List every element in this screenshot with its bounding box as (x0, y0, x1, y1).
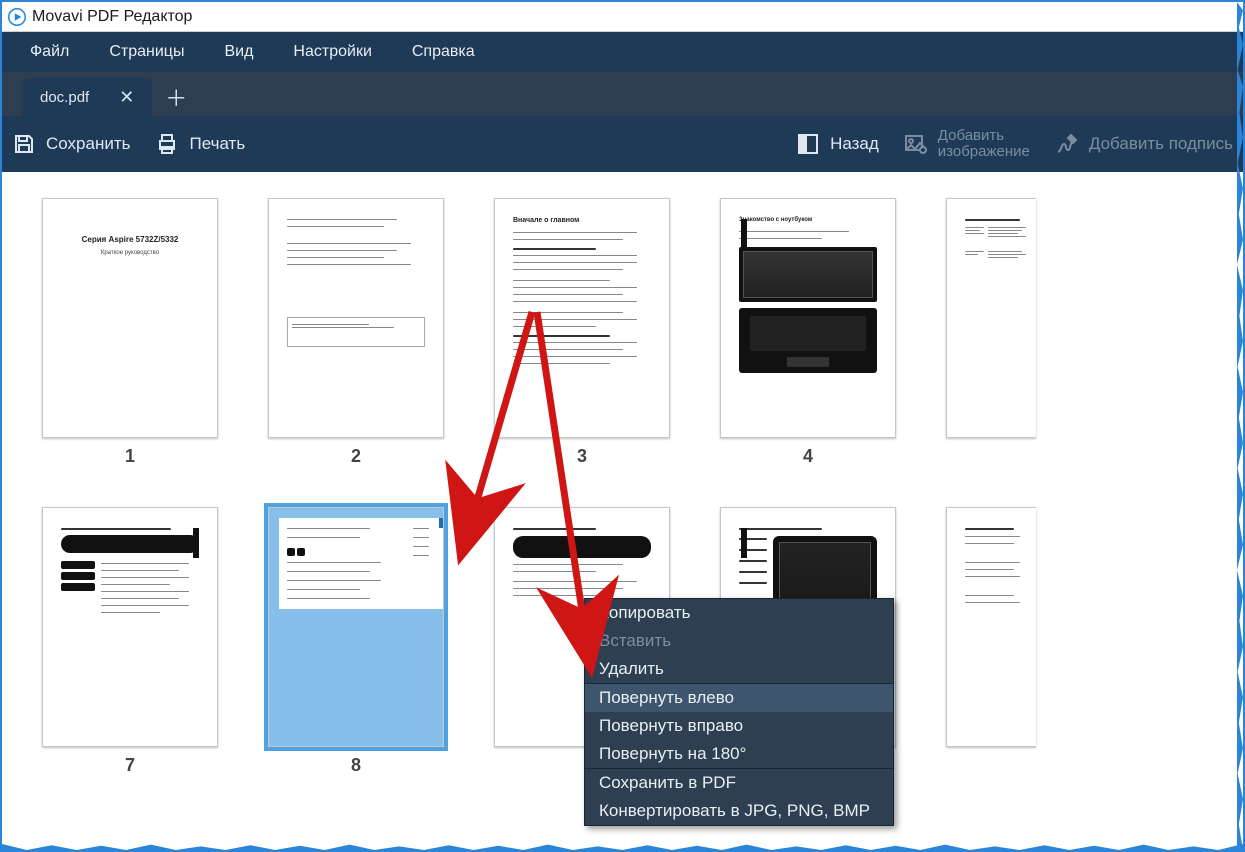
add-image-l2: изображение (938, 144, 1030, 160)
page-number: 1 (125, 446, 135, 467)
add-image-l1: Добавить (938, 128, 1030, 144)
page-thumb-7[interactable]: 7 (42, 507, 218, 776)
app-window: Movavi PDF Редактор Файл Страницы Вид На… (0, 0, 1245, 852)
page-number: 7 (125, 755, 135, 776)
titlebar: Movavi PDF Редактор (2, 2, 1243, 32)
page-number: 2 (351, 446, 361, 467)
ctx-delete[interactable]: Удалить (585, 655, 893, 683)
ctx-convert[interactable]: Конвертировать в JPG, PNG, BMP (585, 797, 893, 825)
back-label: Назад (830, 134, 879, 154)
add-image-icon (904, 132, 928, 156)
print-icon (155, 132, 179, 156)
page1-sub: Краткое руководство (53, 250, 207, 256)
ctx-paste: Вставить (585, 627, 893, 655)
signature-icon (1055, 132, 1079, 156)
add-signature-button[interactable]: Добавить подпись (1055, 132, 1233, 156)
ctx-save-pdf[interactable]: Сохранить в PDF (585, 769, 893, 797)
ctx-rotate-left[interactable]: Повернуть влево (585, 684, 893, 712)
menu-file[interactable]: Файл (10, 32, 89, 72)
menu-settings[interactable]: Настройки (273, 32, 391, 72)
page-thumb-2[interactable]: 2 (268, 198, 444, 467)
tab-add-button[interactable]: ＋ (156, 78, 196, 116)
menu-help[interactable]: Справка (392, 32, 495, 72)
page-thumb-3[interactable]: Вначале о главном 3 (494, 198, 670, 467)
tabbar: doc.pdf ✕ ＋ (2, 72, 1243, 116)
page-thumb-5[interactable]: 5 (946, 198, 1036, 467)
tab-label: doc.pdf (40, 89, 89, 106)
menu-view[interactable]: Вид (204, 32, 273, 72)
menu-pages[interactable]: Страницы (89, 32, 204, 72)
page-thumb-4[interactable]: Знакомство с ноутбуком 4 (720, 198, 896, 467)
app-icon (8, 8, 26, 26)
page-number: 3 (577, 446, 587, 467)
page3-title: Вначале о главном (513, 217, 651, 224)
page-number: 8 (351, 755, 361, 776)
page1-title: Серия Aspire 5732Z/5332 (53, 235, 207, 244)
menubar: Файл Страницы Вид Настройки Справка (2, 32, 1243, 72)
save-icon (12, 132, 36, 156)
print-label: Печать (189, 134, 245, 154)
context-menu: Копировать Вставить Удалить Повернуть вл… (584, 598, 894, 826)
page-number: 4 (803, 446, 813, 467)
page4-title: Знакомство с ноутбуком (739, 217, 877, 223)
back-button[interactable]: Назад (796, 132, 879, 156)
toolbar: Сохранить Печать Назад Добавить изображе… (2, 116, 1243, 172)
save-button[interactable]: Сохранить (12, 132, 130, 156)
ctx-rotate-180[interactable]: Повернуть на 180° (585, 740, 893, 768)
ctx-rotate-right[interactable]: Повернуть вправо (585, 712, 893, 740)
page-thumb-1[interactable]: Серия Aspire 5732Z/5332 Краткое руководс… (42, 198, 218, 467)
tab-doc[interactable]: doc.pdf ✕ (22, 78, 152, 116)
back-icon (796, 132, 820, 156)
add-image-button[interactable]: Добавить изображение (904, 128, 1030, 160)
page-thumb-11[interactable]: 11 (946, 507, 1036, 776)
save-label: Сохранить (46, 134, 130, 154)
print-button[interactable]: Печать (155, 132, 245, 156)
ctx-copy[interactable]: Копировать (585, 599, 893, 627)
page-thumb-8[interactable]: 8 (268, 507, 444, 776)
add-signature-label: Добавить подпись (1089, 134, 1233, 154)
app-title: Movavi PDF Редактор (32, 8, 192, 26)
tab-close-icon[interactable]: ✕ (119, 87, 134, 108)
